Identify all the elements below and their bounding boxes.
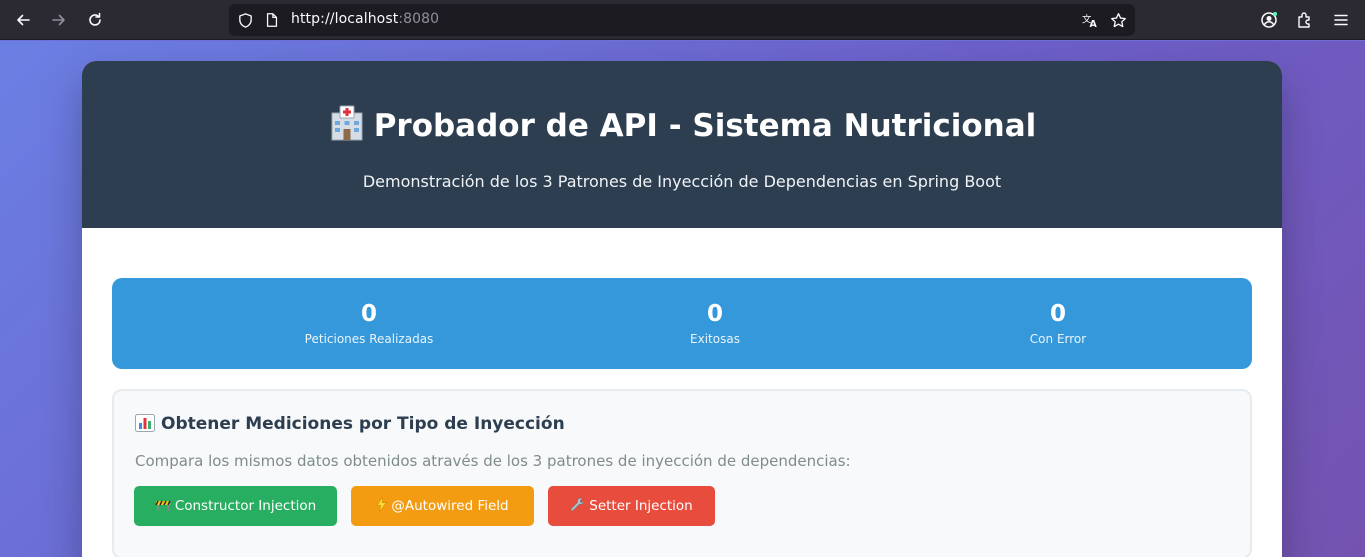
wrench-icon <box>570 497 585 516</box>
stat-value: 0 <box>1049 301 1066 327</box>
page-subtitle: Demonstración de los 3 Patrones de Inyec… <box>362 172 1002 191</box>
button-label: Setter Injection <box>589 498 693 514</box>
stat-label: Con Error <box>1029 332 1087 346</box>
menu-icon[interactable] <box>1327 6 1355 34</box>
svg-text:A: A <box>1089 19 1097 29</box>
page-icon[interactable] <box>263 11 281 29</box>
shield-icon[interactable] <box>236 11 254 29</box>
url-host: http://localhost <box>291 11 399 27</box>
setter-injection-button[interactable]: Setter Injection <box>548 486 715 526</box>
app-container: Probador de API - Sistema Nutricional De… <box>82 61 1282 557</box>
page-header: Probador de API - Sistema Nutricional De… <box>82 61 1282 228</box>
section-title: Obtener Mediciones por Tipo de Inyección <box>135 414 565 434</box>
bar-chart-icon <box>135 414 155 432</box>
stat-errors: 0 Con Error <box>938 300 1178 346</box>
stat-successful: 0 Exitosas <box>595 300 835 346</box>
reload-icon[interactable] <box>81 6 109 34</box>
constructor-injection-button[interactable]: Constructor Injection <box>134 486 337 526</box>
lightning-icon <box>376 495 388 516</box>
stat-requests: 0 Peticiones Realizadas <box>249 300 489 346</box>
measurements-section: Obtener Mediciones por Tipo de Inyección… <box>112 389 1252 557</box>
page-title-text: Probador de API - Sistema Nutricional <box>373 108 1037 144</box>
autowired-field-button[interactable]: @Autowired Field <box>351 486 534 526</box>
section-title-text: Obtener Mediciones por Tipo de Inyección <box>161 414 565 434</box>
star-icon[interactable] <box>1109 11 1127 29</box>
url-text[interactable]: http://localhost:8080 <box>291 11 439 27</box>
account-icon[interactable] <box>1255 6 1283 34</box>
back-icon[interactable] <box>9 6 37 34</box>
page-title: Probador de API - Sistema Nutricional <box>82 105 1282 144</box>
address-bar[interactable]: http://localhost:8080 文A <box>229 4 1135 36</box>
translate-icon[interactable]: 文A <box>1081 11 1099 29</box>
construction-icon <box>155 497 171 515</box>
url-port: :8080 <box>398 11 440 27</box>
hospital-icon <box>328 105 366 141</box>
stat-value: 0 <box>360 301 377 327</box>
stat-label: Exitosas <box>690 332 740 346</box>
stats-panel: 0 Peticiones Realizadas 0 Exitosas 0 Con… <box>112 278 1252 369</box>
button-label: Constructor Injection <box>174 498 317 514</box>
stat-label: Peticiones Realizadas <box>304 332 434 346</box>
browser-toolbar: http://localhost:8080 文A <box>0 0 1365 40</box>
forward-icon[interactable] <box>45 6 73 34</box>
extensions-icon[interactable] <box>1291 6 1319 34</box>
page-viewport: Probador de API - Sistema Nutricional De… <box>0 41 1365 557</box>
stat-value: 0 <box>706 301 723 327</box>
section-description: Compara los mismos datos obtenidos atrav… <box>135 452 851 470</box>
button-label: @Autowired Field <box>391 498 509 514</box>
